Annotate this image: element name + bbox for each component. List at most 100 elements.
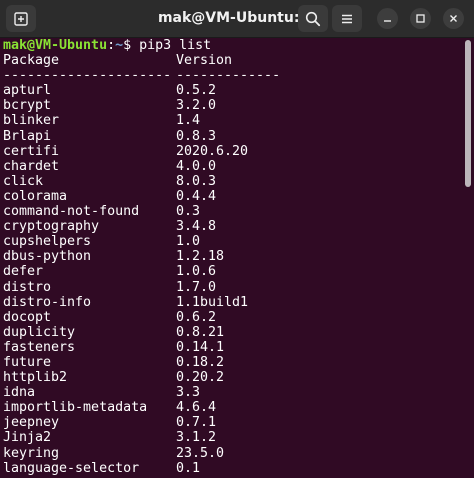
- package-version: 0.20.2: [176, 370, 225, 386]
- table-row: dbus-python 1.2.18: [0, 249, 462, 264]
- package-version: 1.0.6: [176, 264, 217, 280]
- table-header: Package Version: [0, 53, 462, 68]
- package-version: 3.2.0: [176, 98, 217, 114]
- table-row: cupshelpers 1.0: [0, 234, 462, 249]
- package-name: idna: [3, 385, 36, 401]
- package-name: jeepney: [3, 415, 60, 431]
- package-version: 0.18.2: [176, 354, 225, 370]
- table-row: Jinja2 3.1.2: [0, 430, 462, 445]
- table-row: blinker 1.4: [0, 113, 462, 128]
- package-version: 0.8.21: [176, 324, 225, 340]
- package-version: 3.4.8: [176, 219, 217, 235]
- close-button[interactable]: [443, 8, 464, 29]
- package-name: distro: [3, 279, 52, 295]
- rule-col1: ---------------------: [3, 68, 172, 84]
- header-version: Version: [176, 53, 233, 69]
- window-title: mak@VM-Ubuntu: ~: [157, 10, 317, 26]
- package-version: 2020.6.20: [176, 143, 249, 159]
- search-button[interactable]: [298, 5, 328, 32]
- prompt-user: mak@VM-Ubuntu: [3, 38, 108, 53]
- package-version: 0.1: [176, 460, 201, 476]
- package-name: httplib2: [3, 370, 68, 386]
- package-version: 23.5.0: [176, 445, 225, 461]
- package-version: 1.2.18: [176, 249, 225, 265]
- package-version: 0.8.3: [176, 128, 217, 144]
- table-row: importlib-metadata 4.6.4: [0, 400, 462, 415]
- table-row: docopt 0.6.2: [0, 310, 462, 325]
- package-name: importlib-metadata: [3, 400, 148, 416]
- package-version: 0.5.2: [176, 83, 217, 99]
- table-row: distro-info 1.1build1: [0, 295, 462, 310]
- package-name: language-selector: [3, 460, 140, 476]
- table-row: distro 1.7.0: [0, 280, 462, 295]
- table-row: Brlapi 0.8.3: [0, 129, 462, 144]
- package-list: apturl 0.5.2 bcrypt 3.2.0 blinker 1.4 Brlapi 0.…: [0, 83, 462, 475]
- package-version: 3.1.2: [176, 430, 217, 446]
- package-version: 1.1build1: [176, 294, 249, 310]
- package-name: dbus-python: [3, 249, 92, 265]
- package-name: defer: [3, 264, 44, 280]
- package-name: apturl: [3, 83, 52, 99]
- package-version: 3.3: [176, 385, 201, 401]
- package-name: Jinja2: [3, 430, 52, 446]
- table-row: jeepney 0.7.1: [0, 415, 462, 430]
- package-version: 0.4.4: [176, 188, 217, 204]
- table-row: click 8.0.3: [0, 174, 462, 189]
- prompt-path: ~: [115, 38, 124, 53]
- table-row: colorama 0.4.4: [0, 189, 462, 204]
- table-row: apturl 0.5.2: [0, 83, 462, 98]
- table-row: duplicity 0.8.21: [0, 325, 462, 340]
- scrollbar[interactable]: [465, 40, 471, 187]
- package-name: duplicity: [3, 324, 76, 340]
- table-row: idna 3.3: [0, 385, 462, 400]
- package-name: command-not-found: [3, 204, 140, 220]
- package-version: 1.7.0: [176, 279, 217, 295]
- table-row: language-selector 0.1: [0, 461, 462, 476]
- table-row: httplib2 0.20.2: [0, 370, 462, 385]
- table-rule: --------------------- -------------: [0, 68, 462, 83]
- table-row: keyring 23.5.0: [0, 446, 462, 461]
- title-bar[interactable]: mak@VM-Ubuntu: ~: [0, 0, 474, 38]
- table-row: bcrypt 3.2.0: [0, 98, 462, 113]
- package-name: bcrypt: [3, 98, 52, 114]
- package-version: 4.6.4: [176, 400, 217, 416]
- package-name: fasteners: [3, 339, 76, 355]
- package-version: 0.6.2: [176, 309, 217, 325]
- package-name: docopt: [3, 309, 52, 325]
- package-name: future: [3, 354, 52, 370]
- package-version: 0.7.1: [176, 415, 217, 431]
- package-name: Brlapi: [3, 128, 52, 144]
- menu-button[interactable]: [332, 5, 362, 32]
- prompt-line: mak@VM-Ubuntu:~$ pip3 list: [0, 38, 462, 53]
- package-name: blinker: [3, 113, 60, 129]
- rule-col2: -------------: [176, 68, 281, 84]
- package-name: distro-info: [3, 294, 92, 310]
- prompt-separator: :: [107, 38, 116, 53]
- package-version: 1.0: [176, 234, 201, 250]
- package-name: keyring: [3, 445, 60, 461]
- table-row: fasteners 0.14.1: [0, 340, 462, 355]
- table-row: command-not-found 0.3: [0, 204, 462, 219]
- terminal-output[interactable]: mak@VM-Ubuntu:~$ pip3 list Package Versio…: [0, 38, 462, 478]
- package-version: 1.4: [176, 113, 201, 129]
- package-name: click: [3, 173, 44, 189]
- package-version: 0.14.1: [176, 339, 225, 355]
- prompt-end: $: [123, 38, 140, 53]
- table-row: defer 1.0.6: [0, 264, 462, 279]
- maximize-button[interactable]: [410, 8, 431, 29]
- package-version: 0.3: [176, 204, 201, 220]
- command-text: pip3 list: [139, 38, 212, 53]
- package-name: cupshelpers: [3, 234, 92, 250]
- package-name: cryptography: [3, 219, 100, 235]
- package-name: chardet: [3, 158, 60, 174]
- table-row: future 0.18.2: [0, 355, 462, 370]
- new-tab-button[interactable]: [6, 5, 36, 32]
- table-row: chardet 4.0.0: [0, 159, 462, 174]
- minimize-button[interactable]: [377, 8, 398, 29]
- package-name: certifi: [3, 143, 60, 159]
- table-row: certifi 2020.6.20: [0, 144, 462, 159]
- package-version: 8.0.3: [176, 173, 217, 189]
- package-name: colorama: [3, 188, 68, 204]
- header-package: Package: [3, 53, 60, 69]
- package-version: 4.0.0: [176, 158, 217, 174]
